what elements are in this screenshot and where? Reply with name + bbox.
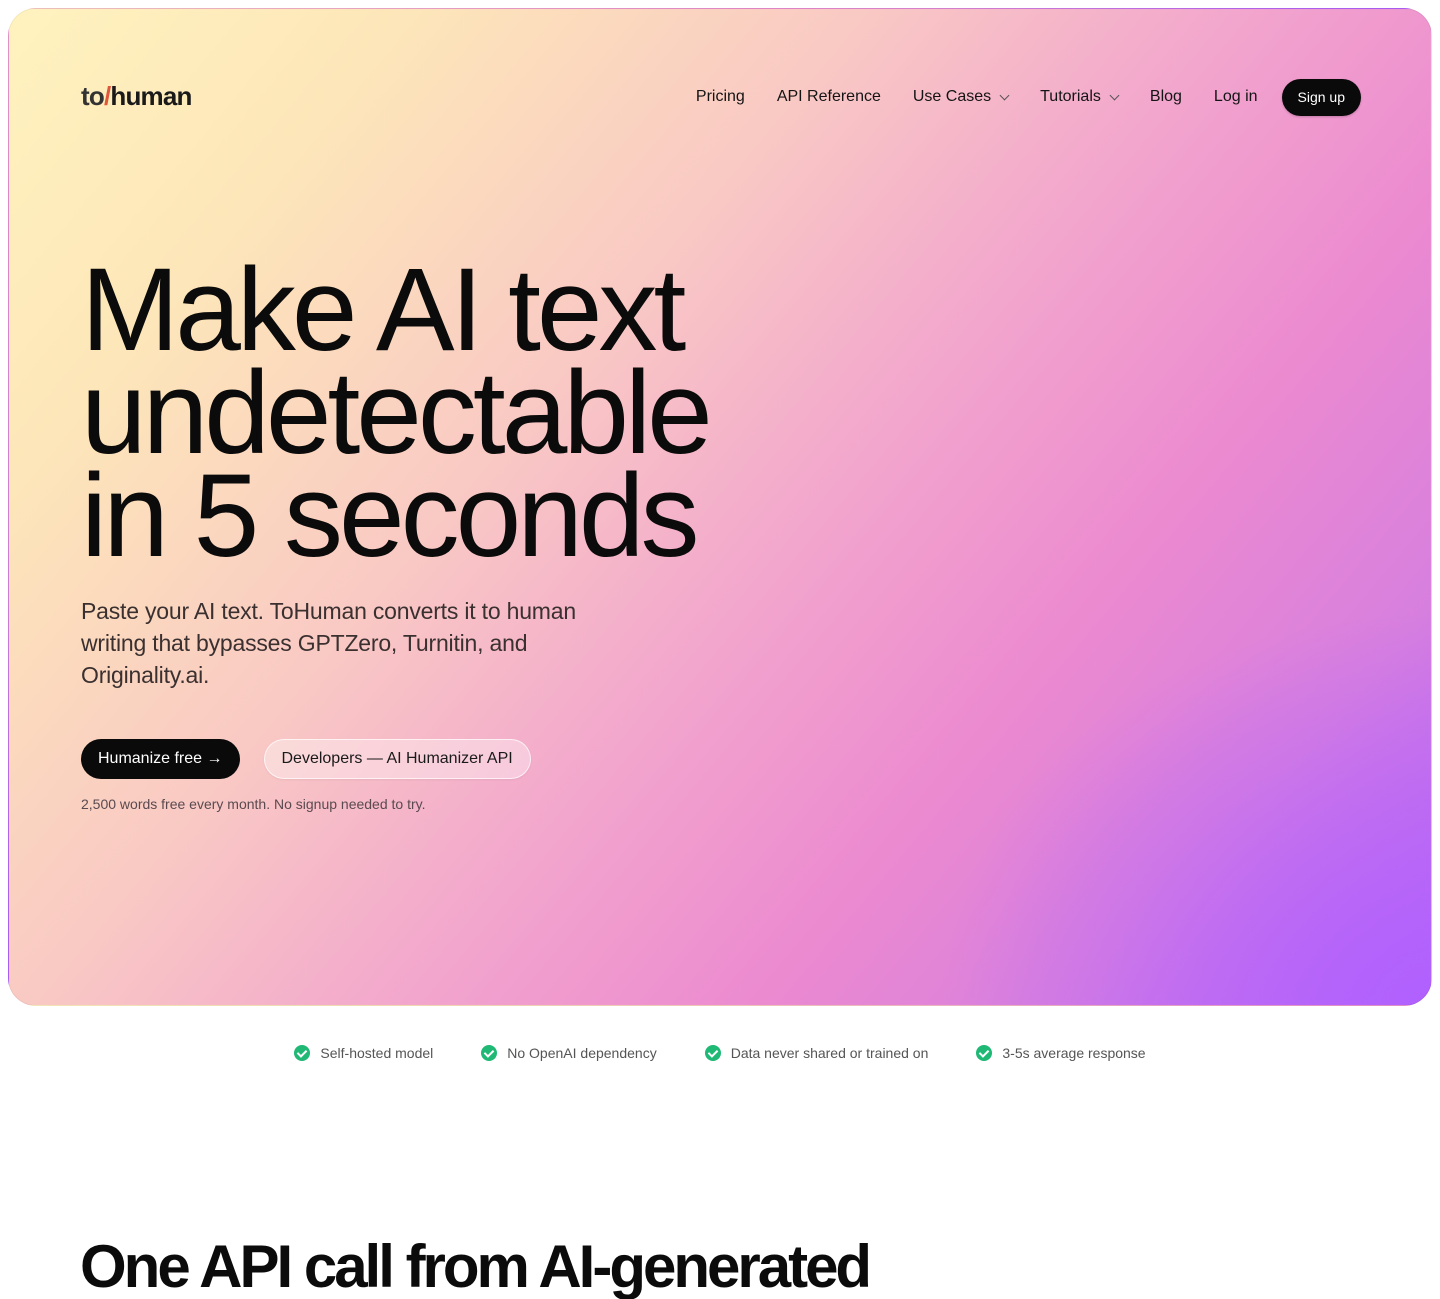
check-circle-icon xyxy=(294,1045,311,1061)
logo-human: human xyxy=(110,81,192,111)
hero-section: to/human Pricing API Reference Use Cases… xyxy=(8,8,1432,1006)
feature-list: Self-hosted model No OpenAI dependency D… xyxy=(0,1045,1440,1061)
free-words-note: 2,500 words free every month. No signup … xyxy=(81,796,426,812)
check-circle-icon xyxy=(481,1045,498,1061)
nav-link-label: Blog xyxy=(1149,88,1182,105)
feature-label: 3-5s average response xyxy=(1002,1045,1146,1061)
nav-link-label: Log in xyxy=(1213,88,1258,105)
humanize-free-button[interactable]: Humanize free → xyxy=(81,739,240,779)
nav-link-api-reference[interactable]: API Reference xyxy=(777,88,881,106)
section-title: One API call from AI-generated xyxy=(80,1233,872,1299)
feature-label: Data never shared or trained on xyxy=(730,1045,929,1061)
signup-button[interactable]: Sign up xyxy=(1281,78,1361,116)
nav-links: Pricing API Reference Use Cases Tutorial… xyxy=(696,78,1361,116)
feature-label: No OpenAI dependency xyxy=(507,1045,657,1061)
headline-line: in 5 seconds xyxy=(81,450,700,582)
nav-link-login[interactable]: Log in xyxy=(1214,88,1258,106)
nav-link-use-cases[interactable]: Use Cases xyxy=(912,88,1010,106)
feature-item: No OpenAI dependency xyxy=(481,1045,657,1061)
chevron-down-icon xyxy=(999,90,1010,100)
top-nav: to/human Pricing API Reference Use Cases… xyxy=(81,78,1361,116)
nav-link-label: Pricing xyxy=(695,88,745,105)
logo-to: to xyxy=(81,81,105,111)
feature-label: Self-hosted model xyxy=(320,1045,434,1061)
hero-headline: Make AI text undetectable in 5 seconds xyxy=(81,251,713,582)
logo[interactable]: to/human xyxy=(81,81,192,112)
nav-link-label: Use Cases xyxy=(912,88,992,105)
chevron-down-icon xyxy=(1109,90,1120,100)
hero-subhead: Paste your AI text. ToHuman converts it … xyxy=(81,598,576,688)
nav-link-blog[interactable]: Blog xyxy=(1150,88,1182,106)
nav-link-pricing[interactable]: Pricing xyxy=(696,88,745,106)
nav-link-tutorials[interactable]: Tutorials xyxy=(1040,88,1120,106)
feature-item: Self-hosted model xyxy=(294,1045,433,1061)
check-circle-icon xyxy=(976,1045,993,1061)
nav-link-label: Tutorials xyxy=(1040,88,1101,105)
feature-item: Data never shared or trained on xyxy=(704,1045,929,1061)
feature-item: 3-5s average response xyxy=(976,1045,1146,1061)
developers-api-button[interactable]: Developers — AI Humanizer API xyxy=(263,739,531,779)
nav-link-label: API Reference xyxy=(776,88,881,105)
cta-row: Humanize free → Developers — AI Humanize… xyxy=(81,739,531,779)
check-circle-icon xyxy=(704,1045,721,1061)
